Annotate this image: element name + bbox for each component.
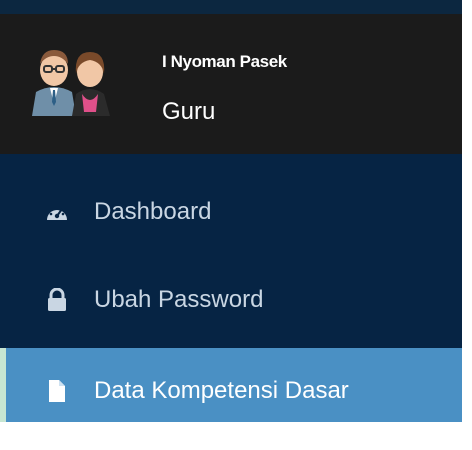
users-icon: [32, 50, 110, 116]
sidebar-item-label: Ubah Password: [94, 286, 264, 313]
user-role: Guru: [162, 98, 216, 125]
sidebar: I Nyoman Pasek Guru Dashboard Ubah Passw…: [0, 0, 462, 450]
avatar: [24, 44, 120, 116]
sidebar-top-strip: [0, 0, 462, 14]
sidebar-item-label: Dashboard: [94, 198, 212, 225]
lock-icon: [44, 287, 70, 313]
sidebar-item-ubah-password[interactable]: Ubah Password: [0, 256, 462, 344]
sidebar-bottom: [0, 422, 462, 450]
sidebar-menu: Dashboard Ubah Password Data Kompetensi …: [0, 154, 462, 434]
file-icon: [44, 378, 70, 404]
sidebar-item-dashboard[interactable]: Dashboard: [0, 168, 462, 256]
user-panel: I Nyoman Pasek Guru: [0, 14, 462, 154]
dashboard-gauge-icon: [44, 199, 70, 225]
sidebar-item-label: Data Kompetensi Dasar: [94, 377, 349, 404]
user-name: I Nyoman Pasek: [162, 52, 287, 71]
